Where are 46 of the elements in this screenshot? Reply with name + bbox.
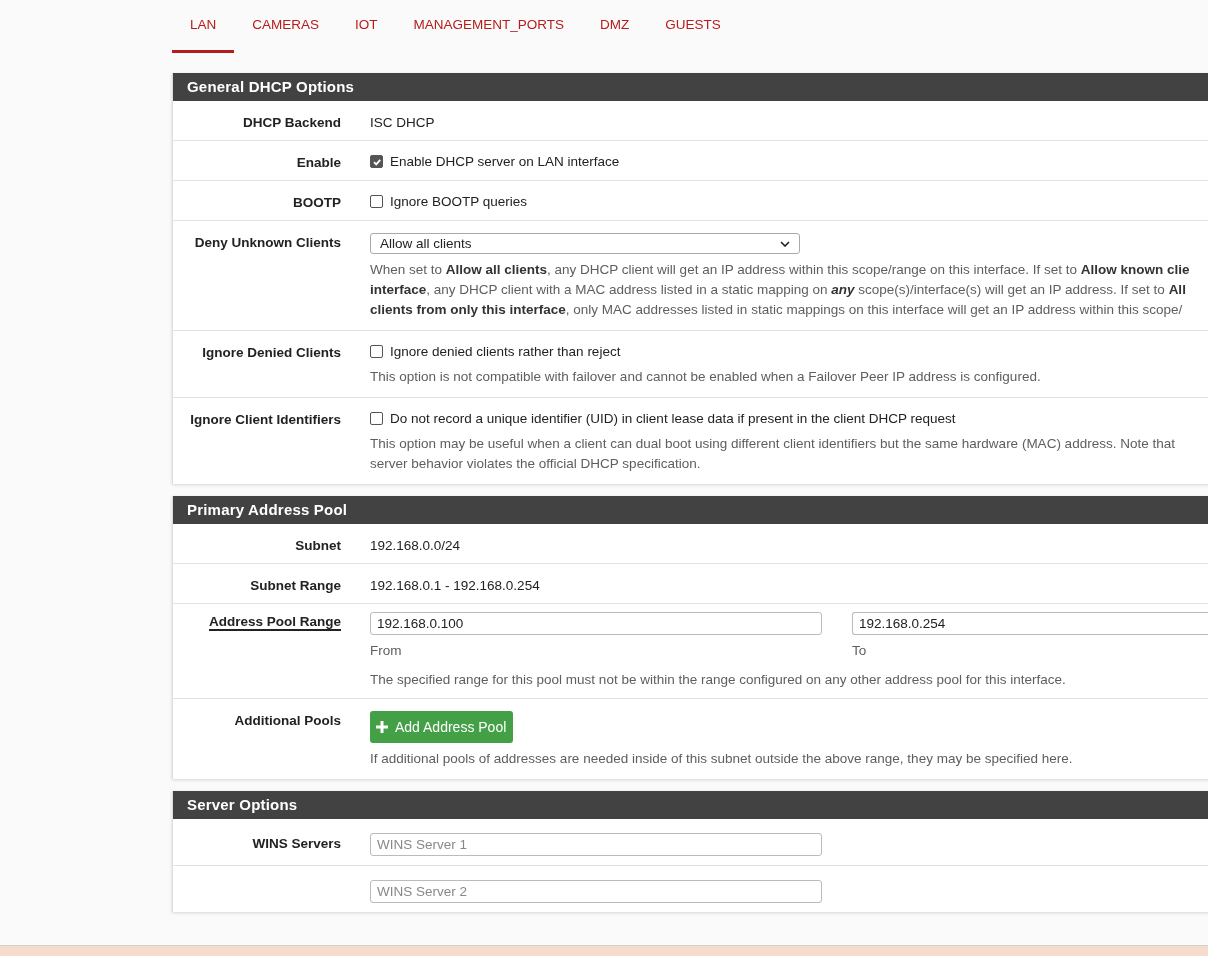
- field-label: DHCP Backend: [242, 115, 341, 130]
- input-field[interactable]: WINS Server 2: [370, 880, 822, 903]
- input-field[interactable]: 192.168.0.100: [370, 612, 822, 635]
- chevron-down-icon: [780, 240, 790, 247]
- section-heading: Server Options: [173, 791, 1208, 819]
- help-text: This option is not compatible with failover and cannot be enabled when a Failover Peer IP address is configured.: [370, 368, 1042, 386]
- tab[interactable]: IOT: [337, 0, 396, 53]
- tab[interactable]: DMZ: [582, 0, 648, 53]
- help-text: When set to Allow all clients, any DHCP client will get an IP address within this scope/range on this interface. If set to Allow known clie interface, any DHCP client with a MAC address listed in a static mapping on any scope(s)/interface(s) will get an IP address. If set to All clients from only this interface, only MAC addresses listed in static mappings on this interface will get an IP address within this scope/: [370, 261, 1191, 319]
- checkbox-label: Ignore denied clients rather than reject: [390, 344, 621, 359]
- section-heading: Primary Address Pool: [173, 496, 1208, 524]
- checkbox-label: Ignore BOOTP queries: [390, 194, 528, 209]
- field-value: ISC DHCP: [370, 114, 435, 130]
- field-label: Address Pool Range: [208, 614, 341, 631]
- checkbox[interactable]: [370, 195, 383, 208]
- tab[interactable]: MANAGEMENT_PORTS: [395, 0, 583, 53]
- field-value: 192.168.0.0/24: [370, 537, 461, 553]
- field-label: Ignore Client Identifiers: [190, 412, 341, 427]
- input-field[interactable]: WINS Server 1: [370, 833, 822, 856]
- field-label: Deny Unknown Clients: [194, 235, 341, 250]
- tab[interactable]: GUESTS: [647, 0, 739, 53]
- help-text: The specified range for this pool must not be within the range configured on any other address pool for this interface.: [370, 671, 1067, 689]
- field-label: Enable: [296, 155, 341, 170]
- checkbox-label: Enable DHCP server on LAN interface: [390, 154, 620, 169]
- checkbox[interactable]: [370, 345, 383, 358]
- field-caption: From: [370, 643, 403, 658]
- field-value: 192.168.0.1 - 192.168.0.254: [370, 577, 540, 593]
- field-label: Additional Pools: [234, 713, 341, 728]
- field-label: Ignore Denied Clients: [202, 345, 341, 360]
- plus-icon: [375, 720, 389, 734]
- help-text: This option may be useful when a client can dual boot using different client identifiers but the same hardware (MAC) address. Note that server behavior violates the official DHCP specification.: [370, 435, 1176, 473]
- checkbox[interactable]: [370, 412, 383, 425]
- input-field[interactable]: 192.168.0.254: [852, 612, 1208, 635]
- field-label: WINS Servers: [252, 836, 341, 851]
- tab[interactable]: LAN: [172, 0, 235, 53]
- field-caption: To: [852, 643, 868, 658]
- section-heading: General DHCP Options: [173, 73, 1208, 101]
- checkbox[interactable]: [370, 155, 383, 168]
- field-label: Subnet Range: [250, 578, 341, 593]
- add-button[interactable]: Add Address Pool: [370, 711, 514, 743]
- checkbox-label: Do not record a unique identifier (UID) in client lease data if present in the client DHCP request: [390, 411, 956, 426]
- field-label: BOOTP: [293, 195, 341, 210]
- help-text: If additional pools of addresses are needed inside of this subnet outside the above range, they may be specified here.: [370, 750, 1074, 768]
- dropdown[interactable]: Allow all clients: [370, 233, 800, 254]
- field-label: Subnet: [295, 538, 341, 553]
- tab[interactable]: CAMERAS: [234, 0, 338, 53]
